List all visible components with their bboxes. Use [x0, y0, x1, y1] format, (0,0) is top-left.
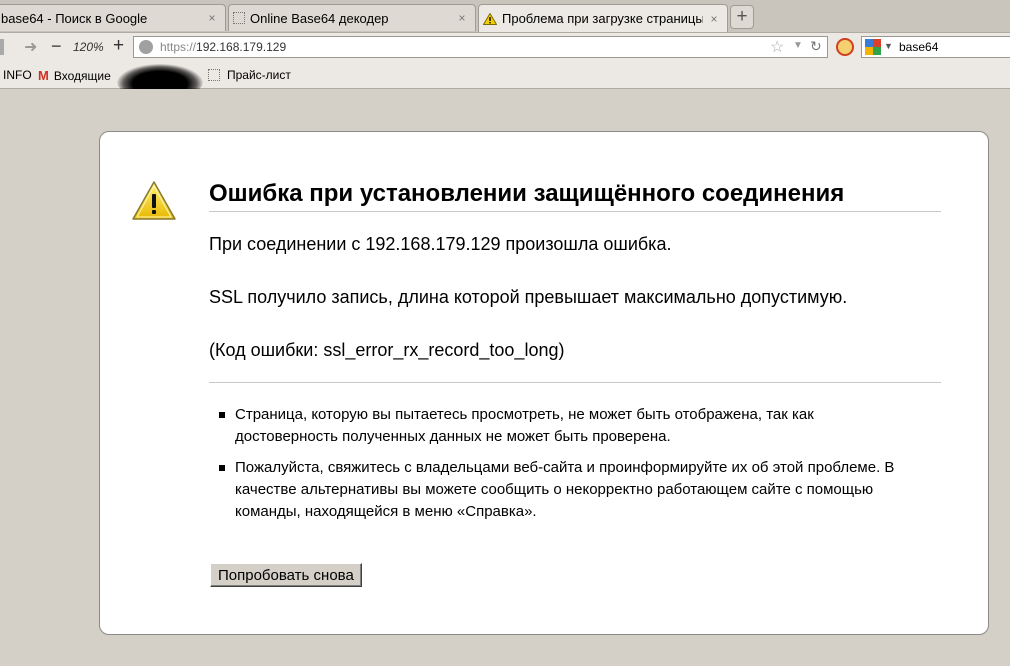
tab-title: Online Base64 декодер: [250, 10, 389, 26]
tab-base64-decoder[interactable]: Online Base64 декодер ×: [228, 4, 476, 31]
list-item-text: Страница, которую вы пытаетесь просмотре…: [235, 406, 814, 445]
url-host: 192.168.179.129: [196, 40, 287, 54]
tab-strip: base64 - Поиск в Google × Online Base64 …: [0, 0, 1010, 32]
new-tab-button[interactable]: +: [730, 5, 754, 29]
close-icon[interactable]: ×: [707, 12, 721, 26]
tab-google-search[interactable]: base64 - Поиск в Google ×: [0, 4, 226, 31]
forward-button[interactable]: ➜: [24, 37, 37, 57]
bookmark-pricelist[interactable]: Прайс-лист: [208, 68, 291, 82]
blank-page-icon: [233, 12, 245, 24]
navigation-toolbar: ➜ − 120% + https://192.168.179.129 ☆ ▼ ↻…: [0, 32, 1010, 63]
tab-title: Проблема при загрузке страницы: [502, 11, 703, 26]
search-input[interactable]: base64: [899, 40, 938, 54]
bookmark-inbox[interactable]: M Входящие: [38, 68, 111, 83]
error-title: Ошибка при установлении защищённого соед…: [209, 180, 941, 212]
back-button[interactable]: [0, 39, 4, 55]
bullet-icon: [219, 465, 225, 471]
chevron-down-icon[interactable]: ▼: [793, 40, 803, 51]
url-scheme: https://: [160, 40, 197, 54]
zoom-in-button[interactable]: +: [113, 35, 124, 57]
error-detail: SSL получило запись, длина которой превы…: [209, 287, 848, 307]
list-item: Страница, которую вы пытаетесь просмотре…: [219, 404, 899, 448]
tab-load-error[interactable]: Проблема при загрузке страницы ×: [478, 4, 728, 32]
close-icon[interactable]: ×: [205, 11, 219, 25]
warning-icon: [482, 12, 498, 25]
tab-title: base64 - Поиск в Google: [1, 10, 148, 26]
bookmark-label: Входящие: [53, 68, 111, 83]
globe-icon: [139, 40, 153, 54]
error-suggestions: Страница, которую вы пытаетесь просмотре…: [219, 404, 899, 532]
warning-triangle-icon: [132, 181, 176, 220]
bullet-icon: [219, 412, 225, 418]
url-text[interactable]: https://192.168.179.129: [160, 40, 286, 54]
zoom-level[interactable]: 120%: [73, 40, 104, 54]
bookmark-label: INFO: [3, 68, 32, 82]
list-item: Пожалуйста, свяжитесь с владельцами веб-…: [219, 457, 899, 523]
error-code: (Код ошибки: ssl_error_rx_record_too_lon…: [209, 340, 565, 360]
list-item-text: Пожалуйста, свяжитесь с владельцами веб-…: [235, 459, 895, 520]
bookmark-label: Прайс-лист: [227, 68, 291, 82]
bookmark-star-icon[interactable]: ☆: [770, 37, 784, 57]
divider: [209, 382, 941, 383]
url-bar[interactable]: https://192.168.179.129 ☆ ▼ ↻: [133, 36, 828, 58]
chevron-down-icon[interactable]: ▼: [884, 41, 893, 51]
blocked-addon-icon[interactable]: [836, 38, 854, 56]
reload-icon[interactable]: ↻: [810, 38, 822, 55]
blank-page-icon: [208, 69, 220, 81]
retry-button[interactable]: Попробовать снова: [210, 563, 362, 587]
google-icon[interactable]: [865, 39, 881, 55]
gmail-icon: M: [38, 68, 49, 83]
error-message: При соединении с 192.168.179.129 произош…: [209, 234, 672, 254]
search-bar[interactable]: ▼ base64: [861, 36, 1010, 58]
close-icon[interactable]: ×: [455, 11, 469, 25]
bookmark-info[interactable]: INFO: [3, 68, 32, 82]
zoom-out-button[interactable]: −: [51, 36, 62, 57]
